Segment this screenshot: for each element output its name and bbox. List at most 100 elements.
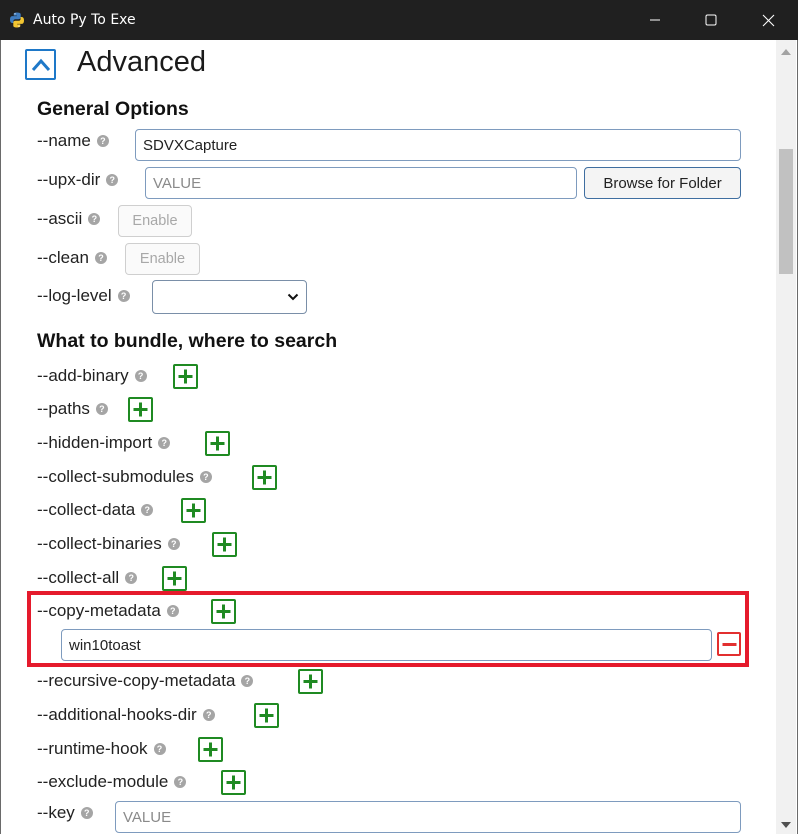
help-icon[interactable]: ?: [125, 572, 138, 584]
bundle-heading: What to bundle, where to search: [37, 330, 338, 352]
help-icon[interactable]: ?: [134, 370, 147, 382]
paths-option: --paths?: [37, 399, 108, 419]
hidden-import-option: --hidden-import?: [37, 433, 171, 453]
collect-data-label: --collect-data: [37, 500, 136, 519]
name-option: --name ?: [37, 131, 109, 151]
help-icon[interactable]: ?: [202, 709, 215, 721]
add-paths-button[interactable]: [128, 397, 153, 422]
upx-dir-option: --upx-dir ?: [37, 170, 119, 190]
scrollbar[interactable]: [776, 40, 796, 834]
log-level-select[interactable]: [152, 280, 307, 314]
help-icon[interactable]: ?: [88, 213, 101, 225]
title-bar: Auto Py To Exe: [0, 0, 798, 40]
runtime-hook-label: --runtime-hook: [37, 739, 148, 758]
advanced-heading: Advanced: [77, 46, 206, 78]
key-input[interactable]: [115, 801, 741, 833]
collect-data-option: --collect-data?: [37, 500, 154, 520]
help-icon[interactable]: ?: [167, 538, 180, 550]
add-additional-hooks-dir-button[interactable]: [254, 703, 279, 728]
help-icon[interactable]: ?: [174, 776, 187, 788]
name-label: --name: [37, 131, 91, 150]
log-level-option: --log-level ?: [37, 286, 130, 306]
add-collect-binaries-button[interactable]: [212, 532, 237, 557]
add-add-binary-button[interactable]: [173, 364, 198, 389]
clean-option: --clean ?: [37, 248, 107, 268]
minimize-button[interactable]: [632, 0, 678, 40]
help-icon[interactable]: ?: [94, 252, 107, 264]
add-runtime-hook-button[interactable]: [198, 737, 223, 762]
ascii-option: --ascii ?: [37, 209, 101, 229]
key-option: --key ?: [37, 803, 93, 823]
help-icon[interactable]: ?: [106, 174, 119, 186]
help-icon[interactable]: ?: [153, 743, 166, 755]
exclude-module-option: --exclude-module?: [37, 772, 187, 792]
plus-icon: [226, 775, 241, 790]
recursive-copy-metadata-option: --recursive-copy-metadata?: [37, 671, 254, 691]
collect-binaries-option: --collect-binaries?: [37, 534, 180, 554]
chevron-down-icon: [287, 293, 299, 301]
advanced-collapse-button[interactable]: [25, 49, 56, 80]
help-icon[interactable]: ?: [241, 675, 254, 687]
add-exclude-module-button[interactable]: [221, 770, 246, 795]
hidden-import-label: --hidden-import: [37, 433, 153, 452]
log-level-label: --log-level: [37, 286, 112, 305]
additional-hooks-dir-option: --additional-hooks-dir?: [37, 705, 215, 725]
collect-all-label: --collect-all: [37, 568, 120, 587]
upx-dir-label: --upx-dir: [37, 170, 101, 189]
window-title: Auto Py To Exe: [33, 12, 136, 28]
additional-hooks-dir-label: --additional-hooks-dir: [37, 705, 197, 724]
add-collect-data-button[interactable]: [181, 498, 206, 523]
plus-icon: [210, 436, 225, 451]
plus-icon: [257, 470, 272, 485]
add-recursive-copy-metadata-button[interactable]: [298, 669, 323, 694]
highlight-box: [27, 591, 749, 667]
ascii-enable-button[interactable]: Enable: [118, 205, 192, 237]
general-options-heading: General Options: [37, 98, 189, 120]
plus-icon: [178, 369, 193, 384]
name-input[interactable]: [135, 129, 741, 161]
help-icon[interactable]: ?: [117, 290, 130, 302]
help-icon[interactable]: ?: [199, 471, 212, 483]
plus-icon: [133, 402, 148, 417]
add-binary-label: --add-binary: [37, 366, 129, 385]
help-icon[interactable]: ?: [95, 403, 108, 415]
close-icon: [762, 14, 774, 26]
minimize-icon: [650, 19, 660, 21]
collect-all-option: --collect-all?: [37, 568, 138, 588]
runtime-hook-option: --runtime-hook?: [37, 739, 166, 759]
plus-icon: [203, 742, 218, 757]
scroll-up-arrow[interactable]: [781, 49, 791, 55]
clean-label: --clean: [37, 248, 89, 267]
collect-binaries-label: --collect-binaries: [37, 534, 162, 553]
collect-submodules-option: --collect-submodules?: [37, 467, 212, 487]
close-button[interactable]: [745, 0, 791, 40]
plus-icon: [217, 537, 232, 552]
plus-icon: [186, 503, 201, 518]
scroll-down-arrow[interactable]: [781, 822, 791, 828]
upx-dir-input[interactable]: [145, 167, 577, 199]
browse-folder-button[interactable]: Browse for Folder: [584, 167, 741, 199]
exclude-module-label: --exclude-module: [37, 772, 169, 791]
help-icon[interactable]: ?: [158, 437, 171, 449]
ascii-label: --ascii: [37, 209, 83, 228]
plus-icon: [303, 674, 318, 689]
clean-enable-button[interactable]: Enable: [125, 243, 200, 275]
add-binary-option: --add-binary?: [37, 366, 147, 386]
plus-icon: [167, 571, 182, 586]
key-label: --key: [37, 803, 75, 822]
help-icon[interactable]: ?: [80, 807, 93, 819]
plus-icon: [259, 708, 274, 723]
scroll-thumb[interactable]: [779, 149, 793, 274]
paths-label: --paths: [37, 399, 90, 418]
recursive-copy-metadata-label: --recursive-copy-metadata: [37, 671, 236, 690]
help-icon[interactable]: ?: [141, 504, 154, 516]
python-icon: [10, 12, 24, 28]
maximize-icon: [705, 14, 717, 26]
add-collect-submodules-button[interactable]: [252, 465, 277, 490]
collect-submodules-label: --collect-submodules: [37, 467, 194, 486]
add-hidden-import-button[interactable]: [205, 431, 230, 456]
help-icon[interactable]: ?: [96, 135, 109, 147]
chevron-up-icon: [31, 58, 50, 71]
add-collect-all-button[interactable]: [162, 566, 187, 591]
maximize-button[interactable]: [688, 0, 734, 40]
